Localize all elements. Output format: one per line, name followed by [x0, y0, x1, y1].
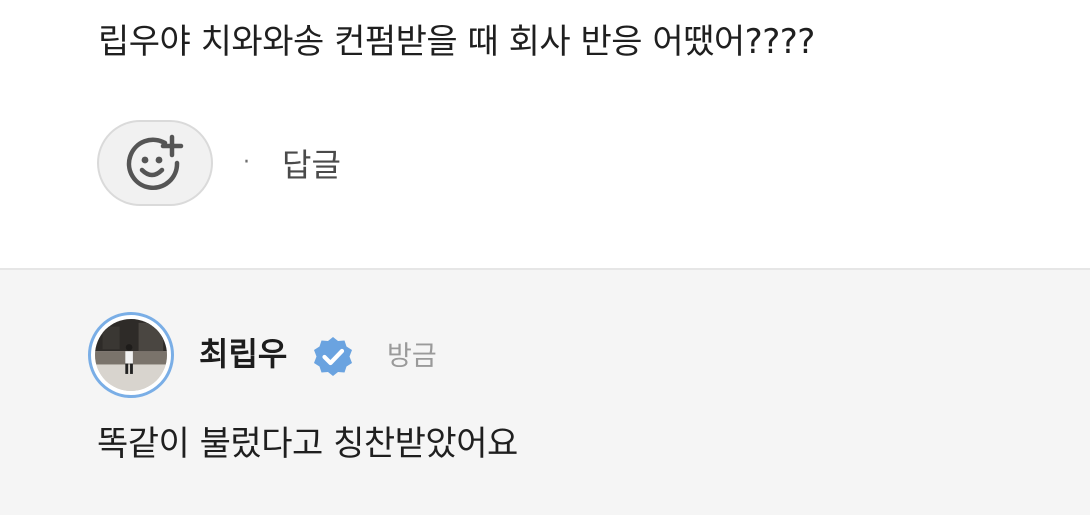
reply-button[interactable]: 답글: [282, 143, 341, 187]
comment-thread: 립우야 치와와송 컨펌받을 때 회사 반응 어땠어???? · 답글 최립우 방…: [0, 0, 1090, 515]
add-reaction-button[interactable]: [97, 120, 213, 206]
verified-check-icon: [314, 337, 352, 376]
avatar-image: [95, 319, 167, 391]
reply-text: 똑같이 불렀다고 칭찬받았어요: [97, 424, 518, 464]
author-name[interactable]: 최립우: [199, 332, 287, 376]
avatar[interactable]: [88, 312, 174, 398]
question-text: 립우야 치와와송 컨펌받을 때 회사 반응 어땠어????: [98, 22, 815, 62]
question-comment: 립우야 치와와송 컨펌받을 때 회사 반응 어땠어???? · 답글: [0, 0, 1090, 268]
separator-dot: ·: [243, 150, 250, 175]
reply-comment: 최립우 방금 똑같이 불렀다고 칭찬받았어요: [0, 270, 1090, 515]
add-emoji-icon: [126, 134, 184, 190]
timestamp: 방금: [387, 341, 437, 372]
